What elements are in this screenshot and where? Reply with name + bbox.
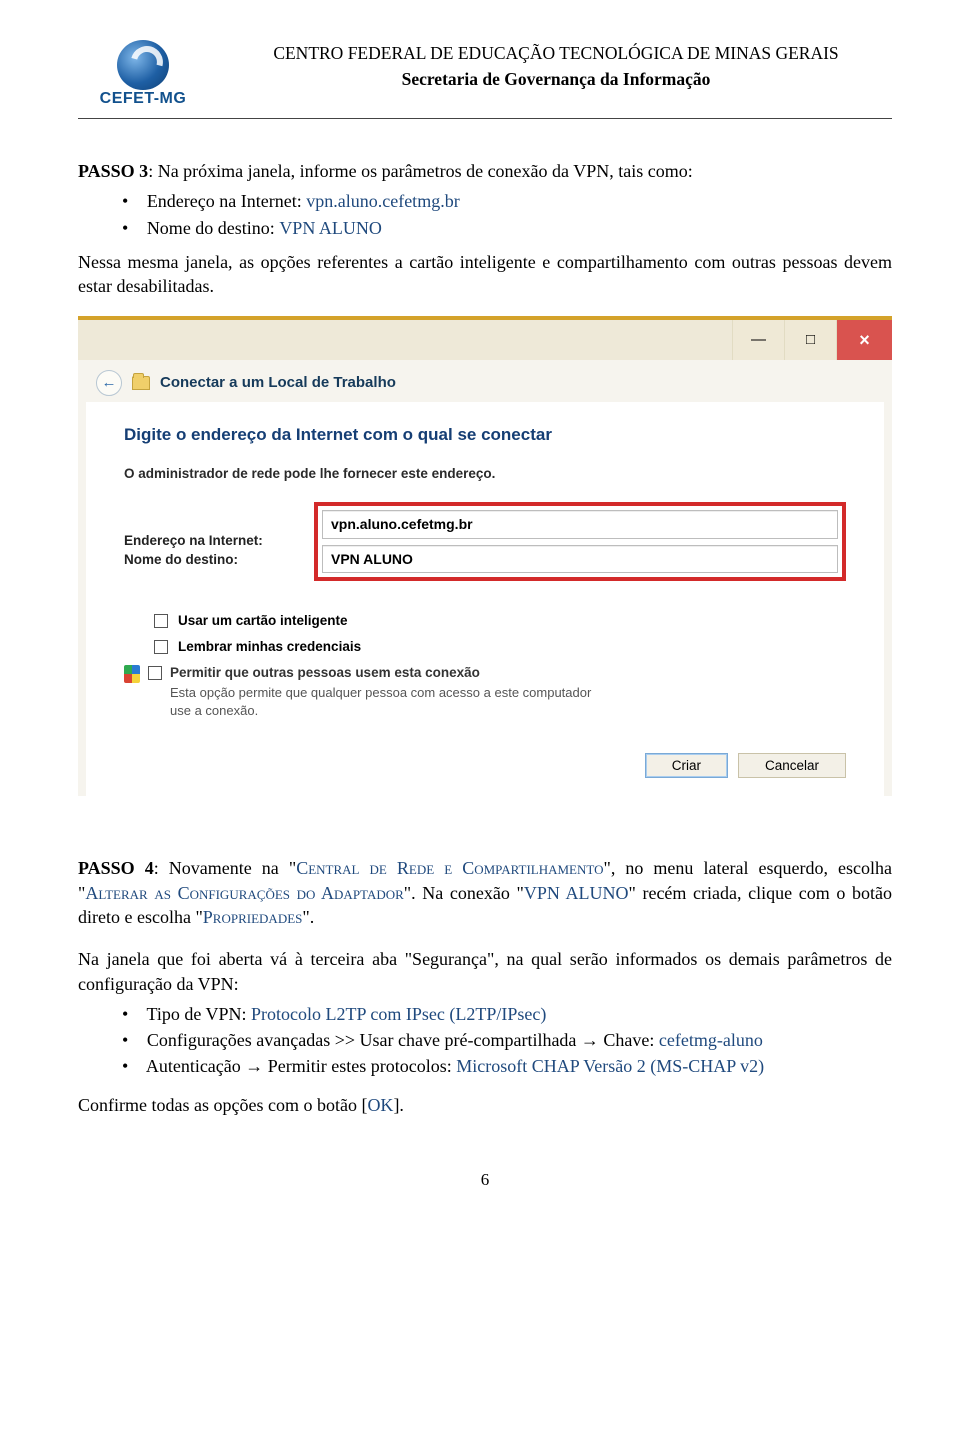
wizard-subheading: O administrador de rede pode lhe fornece… (124, 465, 846, 483)
page-number: 6 (78, 1169, 892, 1192)
step4-confirm: Confirme todas as opções com o botão [OK… (78, 1093, 892, 1117)
bullet-advanced: Configurações avançadas >> Usar chave pr… (122, 1028, 892, 1052)
shield-icon (124, 665, 140, 683)
label-destination-name: Nome do destino: (124, 551, 314, 569)
logo-text: CEFET-MG (100, 88, 187, 110)
step3-note: Nessa mesma janela, as opções referentes… (78, 250, 892, 299)
label-remember: Lembrar minhas credenciais (178, 638, 361, 656)
label-internet-address: Endereço na Internet: (124, 532, 314, 550)
step4-para2: Na janela que foi aberta vá à terceira a… (78, 947, 892, 996)
window-close-button[interactable]: × (836, 320, 892, 360)
input-internet-address[interactable]: vpn.aluno.cefetmg.br (322, 510, 838, 539)
create-button[interactable]: Criar (645, 753, 728, 778)
wizard-title: Conectar a um Local de Trabalho (160, 373, 396, 393)
cancel-button[interactable]: Cancelar (738, 753, 846, 778)
step4-para1: PASSO 4: Novamente na "Central de Rede e… (78, 856, 892, 929)
window-titlebar: — □ × (78, 320, 892, 360)
label-smartcard: Usar um cartão inteligente (178, 612, 348, 630)
checkbox-share-connection[interactable] (148, 666, 162, 680)
header-divider (78, 118, 892, 119)
bullet-auth: Autenticação → Permitir estes protocolos… (122, 1054, 892, 1078)
bullet-vpn-type: Tipo de VPN: Protocolo L2TP com IPsec (L… (122, 1002, 892, 1026)
folder-icon (132, 376, 150, 390)
wizard-header: ← Conectar a um Local de Trabalho (78, 360, 892, 402)
checkbox-remember[interactable] (154, 640, 168, 654)
swirl-icon (117, 40, 169, 90)
org-title: CENTRO FEDERAL DE EDUCAÇÃO TECNOLÓGICA D… (220, 42, 892, 66)
window-maximize-button[interactable]: □ (784, 320, 836, 360)
org-logo: CEFET-MG (78, 40, 208, 110)
label-share-connection: Permitir que outras pessoas usem esta co… (170, 664, 600, 682)
window-minimize-button[interactable]: — (732, 320, 784, 360)
wizard-heading: Digite o endereço da Internet com o qual… (124, 424, 846, 447)
step3-text: PASSO 3: Na próxima janela, informe os p… (78, 159, 892, 183)
org-subtitle: Secretaria de Governança da Informação (220, 68, 892, 92)
label-share-connection-desc: Esta opção permite que qualquer pessoa c… (170, 684, 600, 719)
step3-bullets: Endereço na Internet: vpn.aluno.cefetmg.… (122, 189, 892, 240)
arrow-left-icon: ← (102, 373, 117, 393)
bullet-destname: Nome do destino: VPN ALUNO (122, 216, 892, 240)
bullet-address: Endereço na Internet: vpn.aluno.cefetmg.… (122, 189, 892, 213)
highlighted-inputs: vpn.aluno.cefetmg.br VPN ALUNO (314, 502, 846, 582)
checkbox-smartcard[interactable] (154, 614, 168, 628)
step4-bullets: Tipo de VPN: Protocolo L2TP com IPsec (L… (122, 1002, 892, 1079)
wizard-window: — □ × ← Conectar a um Local de Trabalho … (78, 316, 892, 796)
document-header: CEFET-MG CENTRO FEDERAL DE EDUCAÇÃO TECN… (78, 40, 892, 110)
back-button[interactable]: ← (96, 370, 122, 396)
input-destination-name[interactable]: VPN ALUNO (322, 545, 838, 574)
